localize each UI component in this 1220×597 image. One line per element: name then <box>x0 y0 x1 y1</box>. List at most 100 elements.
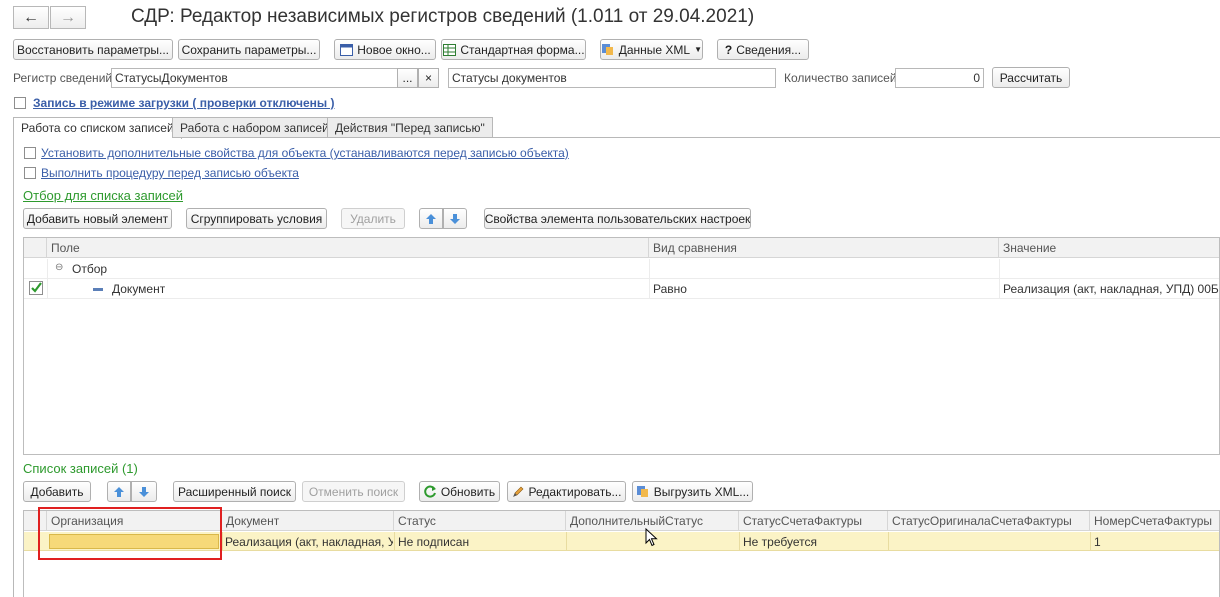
filter-grid[interactable]: Поле Вид сравнения Значение ⊖ Отбор Доку… <box>23 237 1220 455</box>
filter-col-comparison[interactable]: Вид сравнения <box>649 238 999 258</box>
register-clear-button[interactable]: × <box>418 68 439 88</box>
arrow-right-icon: → <box>60 8 76 26</box>
delete-label: Удалить <box>350 211 396 226</box>
arrow-down-icon <box>139 486 149 497</box>
document-cell[interactable]: Реализация (акт, накладная, У... <box>225 535 393 549</box>
filter-col-separator <box>47 259 48 299</box>
load-mode-link[interactable]: Запись в режиме загрузки ( проверки откл… <box>33 96 335 110</box>
filter-row-comparison: Равно <box>653 282 687 296</box>
register-select-button[interactable]: ... <box>397 68 418 88</box>
pencil-icon <box>512 486 523 497</box>
records-col-separator <box>1090 532 1091 551</box>
arrow-up-icon <box>426 213 436 224</box>
filter-row-value: Реализация (акт, накладная, УПД) 00БП-0 <box>1003 282 1220 296</box>
table-icon <box>442 43 456 57</box>
filter-col-check <box>24 238 47 258</box>
advanced-search-label: Расширенный поиск <box>178 484 291 499</box>
standard-form-label: Стандартная форма... <box>460 42 585 57</box>
register-presentation-field: Статусы документов <box>448 68 776 88</box>
new-window-button[interactable]: Новое окно... <box>334 39 436 60</box>
question-icon: ? <box>724 42 733 57</box>
edit-button[interactable]: Редактировать... <box>507 481 626 502</box>
close-icon: × <box>424 71 432 85</box>
cancel-search-button[interactable]: Отменить поиск <box>302 481 405 502</box>
filter-group-row[interactable]: ⊖ Отбор <box>24 259 1219 279</box>
arrow-up-icon <box>114 486 124 497</box>
restore-params-label: Восстановить параметры... <box>16 42 169 57</box>
set-props-link[interactable]: Установить дополнительные свойства для о… <box>41 146 569 160</box>
filter-grid-header: Поле Вид сравнения Значение <box>24 238 1219 258</box>
refresh-icon <box>424 485 436 498</box>
records-col-separator <box>566 532 567 551</box>
records-col-status[interactable]: Статус <box>394 511 566 531</box>
tab-records-list[interactable]: Работа со списком записей <box>13 117 182 139</box>
add-record-label: Добавить <box>30 484 84 499</box>
records-col-document[interactable]: Документ <box>222 511 394 531</box>
xml-icon <box>601 43 615 57</box>
window-title: СДР: Редактор независимых регистров свед… <box>131 6 755 27</box>
records-col-invoice-number[interactable]: НомерСчетаФактуры <box>1090 511 1219 531</box>
forward-button[interactable]: → <box>50 6 86 29</box>
cancel-search-label: Отменить поиск <box>308 484 399 499</box>
records-col-separator <box>394 532 395 551</box>
register-label: Регистр сведений: <box>13 71 116 85</box>
filter-group-label: Отбор <box>72 262 108 276</box>
ellipsis-icon: ... <box>402 71 413 85</box>
status-cell[interactable]: Не подписан <box>398 535 469 549</box>
add-element-button[interactable]: Добавить новый элемент <box>23 208 172 229</box>
refresh-label: Обновить <box>440 484 496 499</box>
save-params-button[interactable]: Сохранить параметры... <box>178 39 320 60</box>
advanced-search-button[interactable]: Расширенный поиск <box>173 481 296 502</box>
set-props-checkbox[interactable] <box>24 147 36 159</box>
filter-col-separator <box>649 259 650 299</box>
calculate-button[interactable]: Рассчитать <box>992 67 1070 88</box>
delete-button[interactable]: Удалить <box>341 208 405 229</box>
run-proc-link[interactable]: Выполнить процедуру перед записью объект… <box>41 166 299 180</box>
back-button[interactable]: ← <box>13 6 49 29</box>
records-count-label: Количество записей: <box>784 71 900 85</box>
records-count-field: 0 <box>895 68 984 88</box>
filter-col-value[interactable]: Значение <box>999 238 1219 258</box>
chevron-down-icon: ▼ <box>694 45 702 54</box>
mouse-cursor-icon <box>645 528 658 547</box>
add-record-button[interactable]: Добавить <box>23 481 91 502</box>
window-icon <box>339 43 353 57</box>
element-props-label: Свойства элемента пользовательских настр… <box>484 211 751 226</box>
records-col-invoice-status[interactable]: СтатусСчетаФактуры <box>739 511 888 531</box>
filter-section-title[interactable]: Отбор для списка записей <box>23 188 183 203</box>
register-input[interactable]: СтатусыДокументов <box>111 68 398 88</box>
edit-label: Редактировать... <box>528 484 622 499</box>
new-window-label: Новое окно... <box>357 42 431 57</box>
tab-before-write[interactable]: Действия "Перед записью" <box>327 117 493 138</box>
move-up-button[interactable] <box>419 208 443 229</box>
records-move-up-button[interactable] <box>107 481 131 502</box>
filter-col-separator <box>999 259 1000 299</box>
restore-params-button[interactable]: Восстановить параметры... <box>13 39 173 60</box>
invoice-status-cell[interactable]: Не требуется <box>743 535 817 549</box>
filter-col-field[interactable]: Поле <box>47 238 649 258</box>
arrow-down-icon <box>450 213 460 224</box>
refresh-button[interactable]: Обновить <box>419 481 500 502</box>
standard-form-button[interactable]: Стандартная форма... <box>441 39 586 60</box>
records-move-down-button[interactable] <box>131 481 157 502</box>
xml-icon <box>636 485 650 499</box>
move-down-button[interactable] <box>443 208 467 229</box>
checkmark-icon[interactable] <box>29 281 43 295</box>
export-xml-button[interactable]: Выгрузить XML... <box>632 481 753 502</box>
minus-icon <box>93 288 103 291</box>
records-col-separator <box>222 532 223 551</box>
group-conditions-button[interactable]: Сгруппировать условия <box>186 208 327 229</box>
filter-condition-row[interactable]: Документ Равно Реализация (акт, накладна… <box>24 279 1220 299</box>
load-mode-checkbox[interactable] <box>14 97 26 109</box>
export-xml-label: Выгрузить XML... <box>653 484 750 499</box>
element-props-button[interactable]: Свойства элемента пользовательских настр… <box>484 208 751 229</box>
info-button[interactable]: ? Сведения... <box>717 39 809 60</box>
collapse-icon[interactable]: ⊖ <box>55 262 63 273</box>
records-col-invoice-original-status[interactable]: СтатусОригиналаСчетаФактуры <box>888 511 1090 531</box>
tab-record-set[interactable]: Работа с набором записей <box>172 117 337 138</box>
invoice-number-cell[interactable]: 1 <box>1094 535 1101 549</box>
run-proc-checkbox[interactable] <box>24 167 36 179</box>
xml-data-dropdown[interactable]: Данные XML ▼ <box>600 39 703 60</box>
highlight-frame <box>38 507 222 560</box>
calculate-label: Рассчитать <box>999 70 1063 85</box>
